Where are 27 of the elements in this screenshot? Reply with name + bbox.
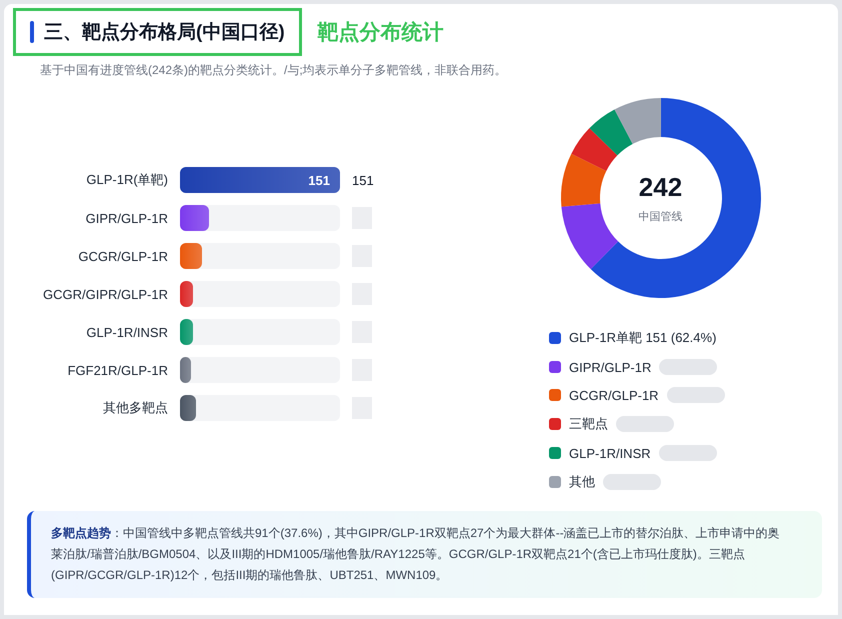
redacted-block	[666, 387, 725, 403]
bar-label: GLP-1R/INSR	[85, 324, 168, 340]
redacted-block	[603, 474, 661, 490]
bar-fill: 151	[180, 167, 340, 193]
note-paragraph: 多靶点趋势：中国管线中多靶点管线共91个(37.6%)，其中GIPR/GLP-1R双靶点27个为最大群体--涵盖已上市的替尔泊肽、上市申请中的奥莱泊肽/瑞普泊肽/BGM0504、以及III期的HDM1005/瑞他鲁肽/RAY1225等。GCGR/GLP-1R双靶点21个(含已上市玛仕度肽)。三靶点(GIPR/GCGR/GLP-1R)12个，包括III期的瑞他鲁肽、UBT251、MWN109。	[27, 511, 822, 598]
legend-label: 其他	[569, 473, 595, 491]
donut-caption: 中国管线	[638, 210, 682, 224]
donut-total: 242	[638, 172, 682, 203]
bar-label: FGF21R/GLP-1R	[66, 362, 168, 378]
bar-value: 151	[352, 172, 375, 188]
redacted-block	[616, 416, 674, 432]
accent-bar	[30, 21, 34, 43]
subtitle: 基于中国有进度管线(242条)的靶点分类统计。/与;均表示单分子多靶管线，非联合用药。	[40, 62, 508, 79]
bar-label: 其他多靶点	[102, 399, 168, 417]
bar-label: GCGR/GIPR/GLP-1R	[42, 286, 168, 302]
section-title: 三、靶点分布格局(中国口径)	[44, 20, 285, 45]
legend-label: GCGR/GLP-1R	[569, 388, 659, 402]
legend-label: GLP-1R/INSR	[569, 446, 651, 460]
bar-label: GLP-1R(单靶)	[85, 171, 168, 189]
legend-label: 三靶点	[569, 415, 608, 433]
bar-label: GIPR/GLP-1R	[84, 210, 168, 226]
legend-label: GLP-1R单靶 151 (62.4%)	[569, 329, 716, 347]
annotation-label: 靶点分布统计	[318, 20, 444, 46]
bar-label: GCGR/GLP-1R	[77, 248, 168, 264]
redacted-block	[658, 445, 717, 461]
redacted-block	[659, 359, 718, 375]
legend-label: GIPR/GLP-1R	[569, 360, 652, 374]
